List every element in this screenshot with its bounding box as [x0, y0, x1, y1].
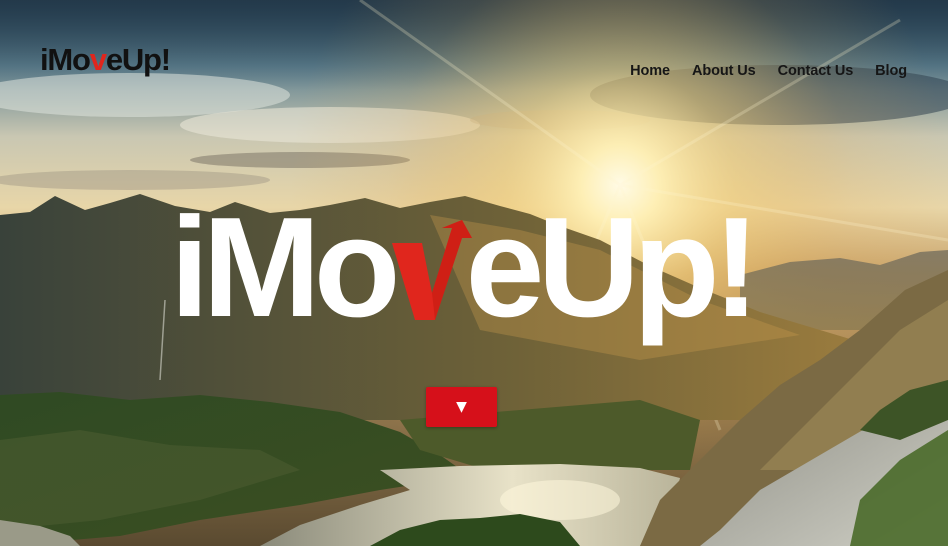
nav-item-blog[interactable]: Blog — [875, 63, 907, 79]
site-logo[interactable]: iMoveUp! — [40, 42, 171, 77]
nav-item-home[interactable]: Home — [630, 63, 670, 79]
logo-text-suffix: eUp! — [105, 42, 171, 77]
hero-title: iMoveUp! — [170, 188, 770, 347]
main-nav: Home About Us Contact Us Blog — [630, 63, 907, 79]
hero-section: iMoveUp! Home About Us Contact Us Blog i… — [0, 0, 948, 546]
scroll-down-button[interactable]: ▼ — [426, 387, 497, 427]
hero-title-suffix: eUp! — [465, 188, 753, 347]
logo-accent-v: v — [89, 42, 107, 77]
svg-text:iMoveUp!: iMoveUp! — [170, 188, 753, 347]
hero-title-prefix: iMo — [170, 188, 396, 347]
caret-down-icon: ▼ — [456, 399, 467, 415]
logo-text-prefix: iMo — [40, 42, 91, 77]
nav-item-contact-us[interactable]: Contact Us — [778, 63, 854, 79]
nav-item-about-us[interactable]: About Us — [692, 63, 756, 79]
